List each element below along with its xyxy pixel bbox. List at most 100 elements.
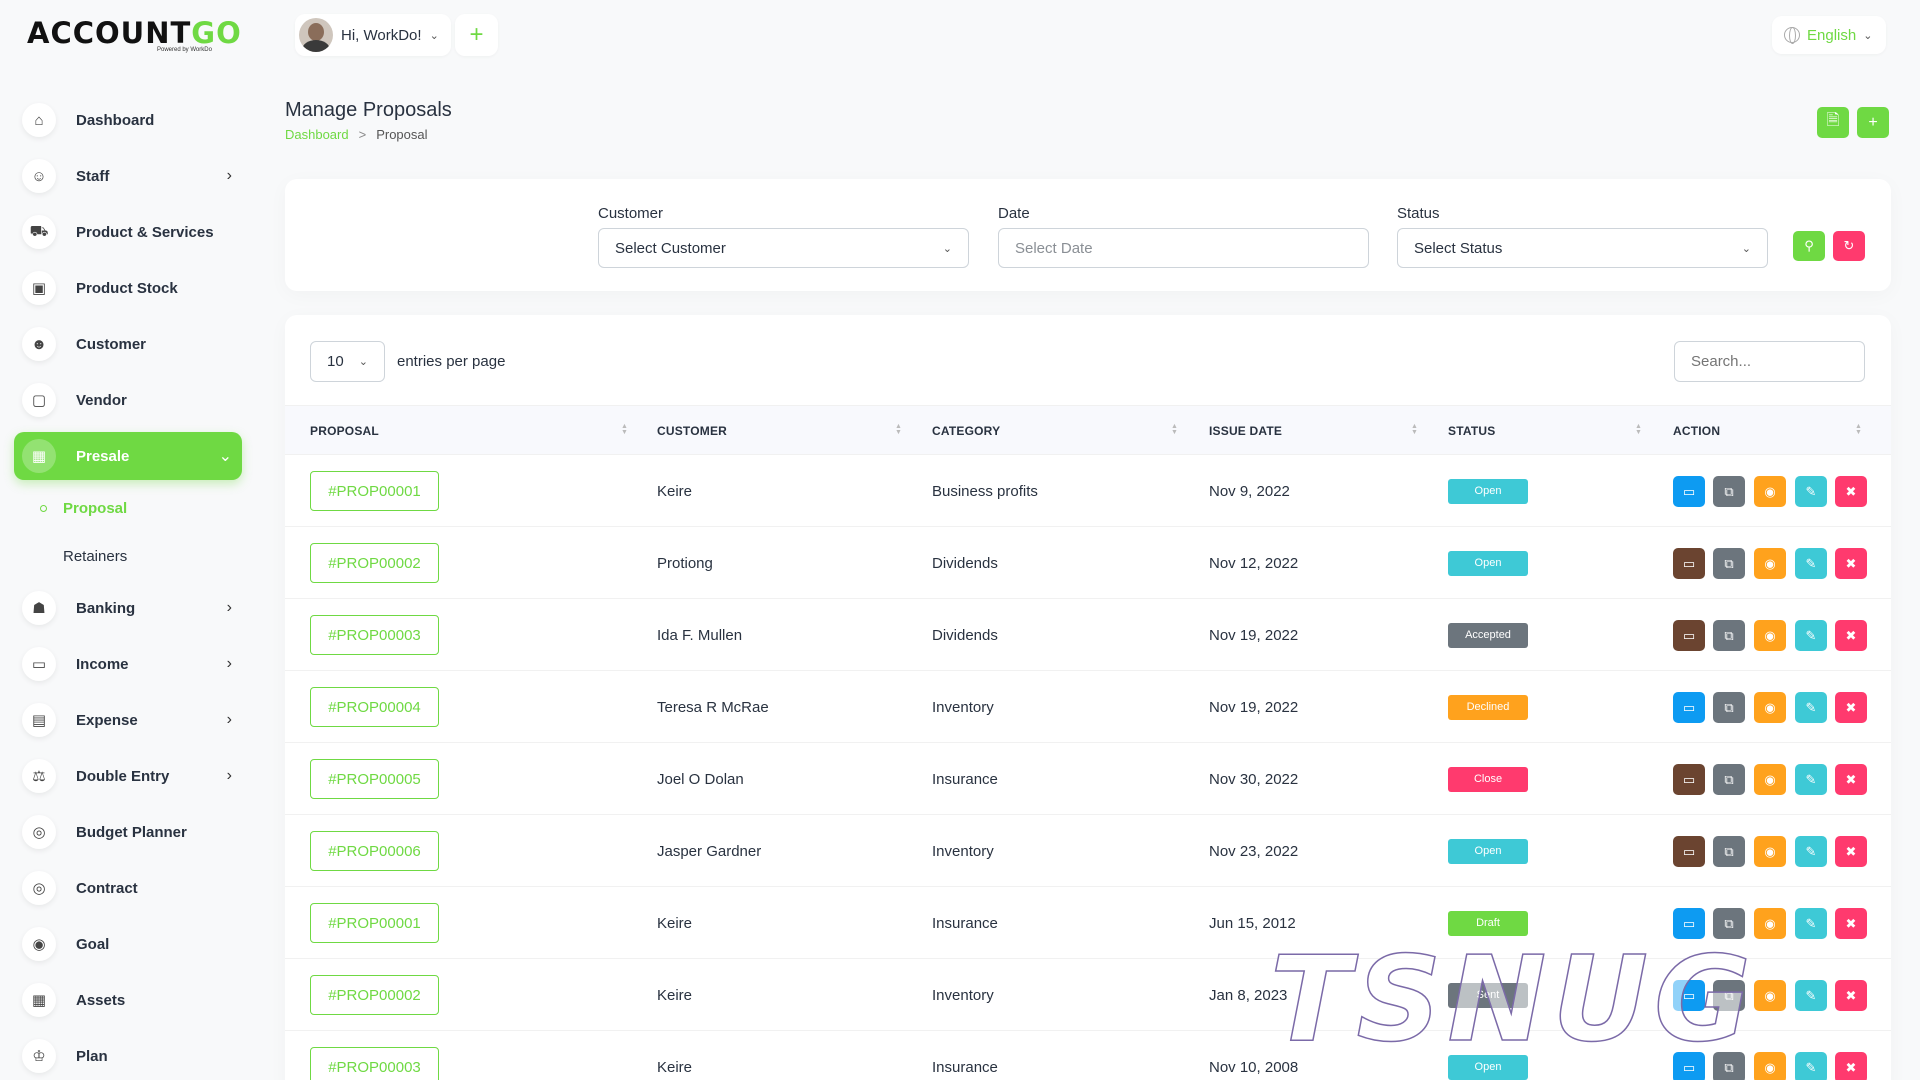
duplicate-button[interactable]: ⧉ bbox=[1713, 476, 1745, 507]
sidebar-item-contract[interactable]: ◎ Contract bbox=[14, 864, 242, 912]
quick-add-button[interactable]: + bbox=[455, 14, 498, 56]
sort-icon[interactable]: ▲ ▼ bbox=[1635, 423, 1642, 436]
proposal-id-button[interactable]: #PROP00001 bbox=[310, 471, 439, 511]
sidebar-item-dashboard[interactable]: ⌂ Dashboard bbox=[14, 96, 242, 144]
sidebar-item-assets[interactable]: ▦ Assets bbox=[14, 976, 242, 1024]
delete-button[interactable]: ✖ bbox=[1835, 908, 1867, 939]
view-button[interactable]: ◉ bbox=[1754, 836, 1786, 867]
proposal-id-button[interactable]: #PROP00003 bbox=[310, 1047, 439, 1080]
delete-button[interactable]: ✖ bbox=[1835, 764, 1867, 795]
edit-button[interactable]: ✎ bbox=[1795, 1052, 1827, 1080]
date-input[interactable]: Select Date bbox=[998, 228, 1369, 268]
create-proposal-button[interactable]: + bbox=[1857, 107, 1889, 138]
proposal-id-button[interactable]: #PROP00005 bbox=[310, 759, 439, 799]
duplicate-button[interactable]: ⧉ bbox=[1713, 836, 1745, 867]
sidebar-item-label: Product & Services bbox=[76, 223, 214, 241]
edit-button[interactable]: ✎ bbox=[1795, 980, 1827, 1011]
convert-button[interactable]: ▭ bbox=[1673, 620, 1705, 651]
column-header[interactable]: ISSUE DATE bbox=[1209, 406, 1282, 456]
entries-per-page-select[interactable]: 10 ⌄ bbox=[310, 341, 385, 382]
duplicate-button[interactable]: ⧉ bbox=[1713, 692, 1745, 723]
export-button[interactable]: 🗎 bbox=[1817, 107, 1849, 138]
sort-icon[interactable]: ▲ ▼ bbox=[1171, 423, 1178, 436]
sidebar-item-vendor[interactable]: ▢ Vendor bbox=[14, 376, 242, 424]
plus-icon: + bbox=[469, 21, 484, 48]
convert-button[interactable]: ▭ bbox=[1673, 548, 1705, 579]
search-button[interactable]: ⚲ bbox=[1793, 231, 1825, 261]
proposal-id-button[interactable]: #PROP00003 bbox=[310, 615, 439, 655]
proposal-id-button[interactable]: #PROP00002 bbox=[310, 543, 439, 583]
sort-icon[interactable]: ▲ ▼ bbox=[1411, 423, 1418, 436]
delete-button[interactable]: ✖ bbox=[1835, 548, 1867, 579]
sidebar-item-customer[interactable]: ☻ Customer bbox=[14, 320, 242, 368]
view-button[interactable]: ◉ bbox=[1754, 908, 1786, 939]
convert-button[interactable]: ▭ bbox=[1673, 476, 1705, 507]
column-header[interactable]: STATUS bbox=[1448, 406, 1495, 456]
delete-button[interactable]: ✖ bbox=[1835, 980, 1867, 1011]
edit-button[interactable]: ✎ bbox=[1795, 836, 1827, 867]
edit-button[interactable]: ✎ bbox=[1795, 692, 1827, 723]
column-header[interactable]: PROPOSAL bbox=[310, 406, 379, 456]
duplicate-button[interactable]: ⧉ bbox=[1713, 764, 1745, 795]
proposal-id-button[interactable]: #PROP00006 bbox=[310, 831, 439, 871]
proposal-id-button[interactable]: #PROP00002 bbox=[310, 975, 439, 1015]
proposal-cell: #PROP00002 bbox=[310, 527, 439, 599]
edit-button[interactable]: ✎ bbox=[1795, 548, 1827, 579]
delete-button[interactable]: ✖ bbox=[1835, 692, 1867, 723]
column-header[interactable]: ACTION bbox=[1673, 406, 1720, 456]
convert-button[interactable]: ▭ bbox=[1673, 836, 1705, 867]
sidebar-item-budget-planner[interactable]: ◎ Budget Planner bbox=[14, 808, 242, 856]
view-button[interactable]: ◉ bbox=[1754, 692, 1786, 723]
sidebar-subitem-proposal[interactable]: Proposal bbox=[14, 488, 242, 528]
copy-icon: ⧉ bbox=[1724, 771, 1734, 787]
duplicate-button[interactable]: ⧉ bbox=[1713, 548, 1745, 579]
sidebar-item-double-entry[interactable]: ⚖ Double Entry › bbox=[14, 752, 242, 800]
view-button[interactable]: ◉ bbox=[1754, 764, 1786, 795]
sidebar-item-banking[interactable]: ☗ Banking › bbox=[14, 584, 242, 632]
sidebar-item-product-stock[interactable]: ▣ Product Stock bbox=[14, 264, 242, 312]
duplicate-button[interactable]: ⧉ bbox=[1713, 620, 1745, 651]
view-button[interactable]: ◉ bbox=[1754, 980, 1786, 1011]
delete-button[interactable]: ✖ bbox=[1835, 476, 1867, 507]
edit-button[interactable]: ✎ bbox=[1795, 620, 1827, 651]
language-selector[interactable]: English ⌄ bbox=[1772, 16, 1886, 54]
convert-button[interactable]: ▭ bbox=[1673, 692, 1705, 723]
status-select[interactable]: Select Status ⌄ bbox=[1397, 228, 1768, 268]
user-menu[interactable]: Hi, WorkDo! ⌄ bbox=[295, 14, 451, 56]
convert-button[interactable]: ▭ bbox=[1673, 764, 1705, 795]
sidebar-item-staff[interactable]: ☺ Staff › bbox=[14, 152, 242, 200]
sidebar-subitem-retainers[interactable]: Retainers bbox=[14, 536, 242, 576]
view-button[interactable]: ◉ bbox=[1754, 476, 1786, 507]
copy-icon: ⧉ bbox=[1724, 843, 1734, 859]
reset-button[interactable]: ↻ bbox=[1833, 231, 1865, 261]
sidebar-item-product-services[interactable]: ⛟ Product & Services bbox=[14, 208, 242, 256]
view-button[interactable]: ◉ bbox=[1754, 548, 1786, 579]
proposal-id-button[interactable]: #PROP00004 bbox=[310, 687, 439, 727]
sidebar-item-goal[interactable]: ◉ Goal bbox=[14, 920, 242, 968]
status-select-value: Select Status bbox=[1414, 239, 1503, 257]
breadcrumb-dashboard-link[interactable]: Dashboard bbox=[285, 127, 349, 142]
view-button[interactable]: ◉ bbox=[1754, 620, 1786, 651]
delete-button[interactable]: ✖ bbox=[1835, 1052, 1867, 1080]
edit-button[interactable]: ✎ bbox=[1795, 908, 1827, 939]
table-header: PROPOSAL ▲ ▼ CUSTOMER ▲ ▼ CATEGORY ▲ ▼ ISSUE DATE… bbox=[285, 405, 1891, 455]
delete-button[interactable]: ✖ bbox=[1835, 620, 1867, 651]
sort-icon[interactable]: ▲ ▼ bbox=[621, 423, 628, 436]
sidebar-item-income[interactable]: ▭ Income › bbox=[14, 640, 242, 688]
sidebar-item-expense[interactable]: ▤ Expense › bbox=[14, 696, 242, 744]
edit-button[interactable]: ✎ bbox=[1795, 764, 1827, 795]
sidebar-item-presale[interactable]: ▦ Presale ⌄ bbox=[14, 432, 242, 480]
table-search-input[interactable] bbox=[1674, 341, 1865, 382]
edit-button[interactable]: ✎ bbox=[1795, 476, 1827, 507]
sort-icon[interactable]: ▲ ▼ bbox=[895, 423, 902, 436]
app-logo[interactable]: ACCOUNTGO Powered by WorkDo bbox=[27, 16, 241, 56]
language-label: English bbox=[1807, 26, 1857, 44]
sidebar-item-plan[interactable]: ♔ Plan bbox=[14, 1032, 242, 1080]
view-button[interactable]: ◉ bbox=[1754, 1052, 1786, 1080]
delete-button[interactable]: ✖ bbox=[1835, 836, 1867, 867]
sort-icon[interactable]: ▲ ▼ bbox=[1855, 423, 1862, 436]
customer-select[interactable]: Select Customer ⌄ bbox=[598, 228, 969, 268]
column-header[interactable]: CATEGORY bbox=[932, 406, 1000, 456]
proposal-id-button[interactable]: #PROP00001 bbox=[310, 903, 439, 943]
column-header[interactable]: CUSTOMER bbox=[657, 406, 727, 456]
